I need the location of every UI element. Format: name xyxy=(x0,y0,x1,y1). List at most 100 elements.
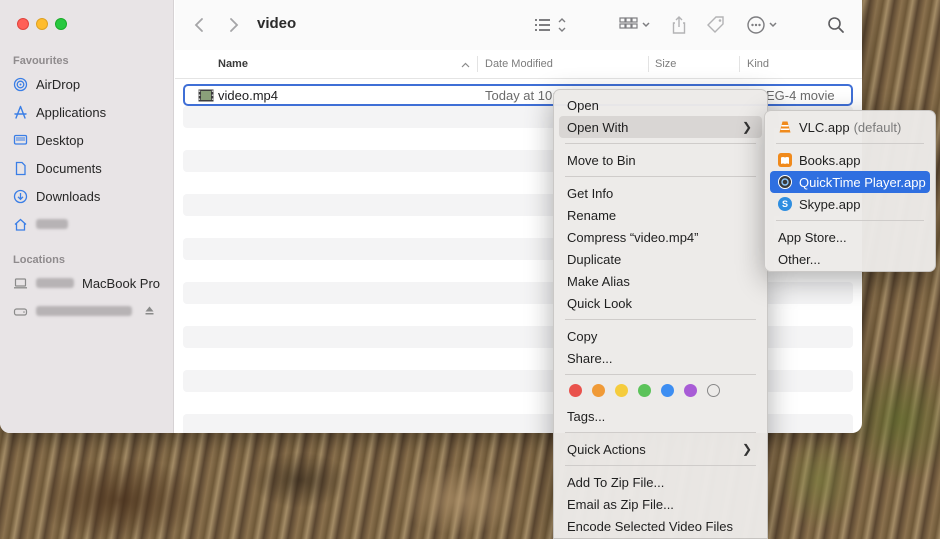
downloads-icon xyxy=(13,189,28,204)
forward-button[interactable] xyxy=(228,14,240,36)
menu-item-quick-look[interactable]: Quick Look xyxy=(559,292,762,314)
more-actions-button[interactable] xyxy=(746,14,782,36)
share-button[interactable] xyxy=(670,14,688,36)
menu-item-move-to-bin[interactable]: Move to Bin xyxy=(559,149,762,171)
sidebar-item-documents[interactable]: Documents xyxy=(13,157,102,179)
airdrop-icon xyxy=(13,77,28,92)
column-date-modified[interactable]: Date Modified xyxy=(485,58,553,70)
menu-separator xyxy=(776,220,924,221)
drive-icon xyxy=(13,304,28,319)
menu-item-copy[interactable]: Copy xyxy=(559,325,762,347)
books-icon xyxy=(778,153,792,167)
sidebar-item-label: Documents xyxy=(36,160,102,176)
sidebar-item-label: MacBook Pro xyxy=(82,275,161,291)
column-name[interactable]: Name xyxy=(218,58,248,70)
minimize-window-button[interactable] xyxy=(36,18,48,30)
chevron-right-icon: ❯ xyxy=(741,442,752,456)
column-kind[interactable]: Kind xyxy=(747,58,769,70)
sidebar-item-macbook[interactable]: MacBook Pro xyxy=(13,272,160,294)
menu-item-share[interactable]: Share... xyxy=(559,347,762,369)
sidebar-item-home[interactable] xyxy=(13,213,68,235)
ellipsis-circle-icon xyxy=(747,16,777,34)
search-icon xyxy=(828,17,844,33)
skype-app-label: Skype.app xyxy=(799,196,861,212)
menu-item-label: Quick Actions xyxy=(567,441,646,457)
menu-item-app-store[interactable]: App Store... xyxy=(770,226,930,248)
list-view-button[interactable] xyxy=(534,14,568,36)
menu-separator xyxy=(565,432,756,433)
column-header: Name Date Modified Size Kind xyxy=(175,50,862,79)
menu-item-rename[interactable]: Rename xyxy=(559,204,762,226)
menu-item-label: Open With xyxy=(567,119,629,135)
file-date-modified: Today at 10: xyxy=(485,88,556,103)
tag-orange[interactable] xyxy=(592,384,605,397)
vlc-icon xyxy=(778,120,792,134)
tag-blue[interactable] xyxy=(661,384,674,397)
sidebar-item-airdrop[interactable]: AirDrop xyxy=(13,73,80,95)
menu-separator xyxy=(565,465,756,466)
menu-separator xyxy=(565,176,756,177)
menu-item-make-alias[interactable]: Make Alias xyxy=(559,270,762,292)
quicktime-app-label: QuickTime Player.app xyxy=(799,174,926,190)
menu-item-vlc[interactable]: VLC.app (default) xyxy=(770,116,930,138)
maximize-window-button[interactable] xyxy=(55,18,67,30)
window-controls xyxy=(17,18,67,30)
skype-icon: S xyxy=(778,197,792,211)
eject-icon[interactable] xyxy=(144,304,155,319)
menu-separator xyxy=(565,319,756,320)
books-app-label: Books.app xyxy=(799,152,861,168)
menu-item-skype[interactable]: S Skype.app xyxy=(770,193,930,215)
chevron-right-icon: ❯ xyxy=(741,120,752,134)
group-icon xyxy=(619,17,650,29)
search-button[interactable] xyxy=(827,14,845,36)
sidebar: Favourites AirDrop Applications Desktop … xyxy=(0,0,174,433)
vlc-app-label: VLC.app xyxy=(799,119,850,135)
menu-item-compress[interactable]: Compress “video.mp4” xyxy=(559,226,762,248)
sidebar-item-label: Applications xyxy=(36,104,107,120)
file-name: video.mp4 xyxy=(218,88,278,103)
sidebar-item-label: Desktop xyxy=(36,132,84,148)
tag-purple[interactable] xyxy=(684,384,697,397)
menu-separator xyxy=(776,143,924,144)
tag-gray[interactable] xyxy=(707,384,720,397)
context-menu: Open Open With ❯ Move to Bin Get Info Re… xyxy=(553,89,768,539)
file-kind: EG-4 movie xyxy=(766,88,835,103)
group-view-button[interactable] xyxy=(618,14,654,36)
menu-item-quick-actions[interactable]: Quick Actions ❯ xyxy=(559,438,762,460)
menu-item-books[interactable]: Books.app xyxy=(770,149,930,171)
sidebar-item-applications[interactable]: Applications xyxy=(13,101,106,123)
sidebar-item-downloads[interactable]: Downloads xyxy=(13,185,100,207)
menu-item-quicktime[interactable]: QuickTime Player.app xyxy=(770,171,930,193)
quicktime-icon xyxy=(778,175,792,189)
tag-yellow[interactable] xyxy=(615,384,628,397)
menu-item-encode-video[interactable]: Encode Selected Video Files xyxy=(559,515,762,537)
chevron-left-icon xyxy=(194,18,203,32)
menu-item-open-with[interactable]: Open With ❯ xyxy=(559,116,762,138)
home-icon xyxy=(13,217,28,232)
column-size[interactable]: Size xyxy=(655,58,676,70)
tag-green[interactable] xyxy=(638,384,651,397)
menu-item-tags[interactable]: Tags... xyxy=(559,405,762,427)
menu-item-other[interactable]: Other... xyxy=(770,248,930,270)
list-view-icon xyxy=(535,18,566,32)
redacted-owner-name xyxy=(36,278,74,288)
sidebar-item-desktop[interactable]: Desktop xyxy=(13,129,84,151)
menu-separator xyxy=(565,143,756,144)
video-file-icon xyxy=(198,89,214,105)
close-window-button[interactable] xyxy=(17,18,29,30)
tag-red[interactable] xyxy=(569,384,582,397)
menu-item-duplicate[interactable]: Duplicate xyxy=(559,248,762,270)
redacted-username xyxy=(36,219,68,229)
menu-item-add-to-zip[interactable]: Add To Zip File... xyxy=(559,471,762,493)
tags-button[interactable] xyxy=(706,14,726,36)
tag-icon xyxy=(707,16,724,33)
back-button[interactable] xyxy=(193,14,205,36)
desktop-icon xyxy=(13,133,28,148)
menu-item-open[interactable]: Open xyxy=(559,94,762,116)
favourites-heading: Favourites xyxy=(13,55,69,67)
menu-item-email-as-zip[interactable]: Email as Zip File... xyxy=(559,493,762,515)
menu-item-get-info[interactable]: Get Info xyxy=(559,182,762,204)
default-suffix: (default) xyxy=(853,119,902,135)
sidebar-item-label: AirDrop xyxy=(36,76,81,92)
sidebar-item-external-drive[interactable] xyxy=(13,300,155,322)
